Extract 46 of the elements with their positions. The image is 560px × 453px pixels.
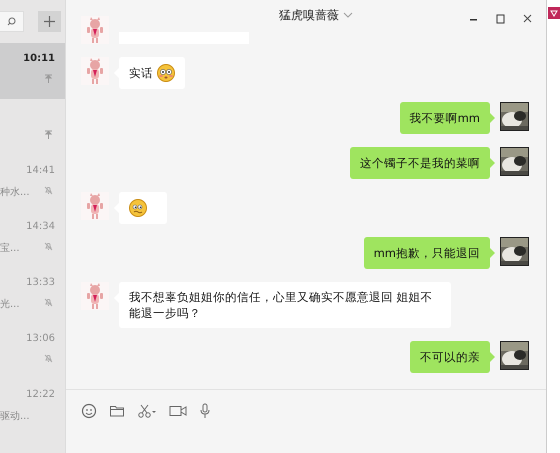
chat-time: 14:41	[26, 165, 55, 176]
message-text: 不可以的亲	[420, 349, 480, 365]
chat-preview: 宝...	[0, 242, 20, 255]
chat-list-item[interactable]: 10:11	[0, 43, 65, 99]
message-text: 实话	[129, 65, 153, 81]
video-call-button[interactable]	[169, 403, 187, 419]
chat-list-item[interactable]: 13:33 光...	[0, 267, 65, 323]
chat-time: 13:33	[26, 277, 55, 288]
message-text: 这个镯子不是我的菜啊	[360, 155, 480, 171]
chat-preview: 驱动...	[0, 410, 30, 423]
bell-off-icon	[44, 298, 53, 307]
message-text: 我不想辜负姐姐你的信任，心里又确实不愿意退回 姐姐不能退一步吗？	[129, 289, 434, 321]
pig-avatar	[81, 57, 109, 85]
worried-emoji-icon	[129, 199, 147, 217]
pin-icon	[44, 130, 53, 139]
bell-off-icon	[44, 242, 53, 251]
screenshot-button[interactable]	[137, 403, 157, 419]
chat-time: 14:34	[26, 221, 55, 232]
chevron-down-icon[interactable]	[343, 12, 353, 18]
bell-off-icon	[44, 186, 53, 195]
chat-list-item[interactable]: 14:41 种水...	[0, 155, 65, 211]
plus-icon	[44, 16, 55, 27]
chat-list-item[interactable]: 14:34 宝...	[0, 211, 65, 267]
microphone-button[interactable]	[199, 403, 211, 419]
chat-preview: 种水...	[0, 186, 30, 199]
folder-button[interactable]	[109, 403, 125, 419]
maximize-button[interactable]	[494, 13, 507, 26]
search-field[interactable]	[0, 11, 24, 32]
chat-list-item[interactable]: 13:06	[0, 323, 65, 379]
pig-avatar	[81, 192, 109, 220]
chat-time: 13:06	[26, 333, 55, 344]
pig-avatar	[81, 16, 109, 44]
chat-preview: 光...	[0, 298, 20, 311]
add-button[interactable]	[38, 11, 61, 32]
message-text: 我不要啊mm	[410, 110, 480, 126]
emoji-button[interactable]	[81, 403, 97, 419]
chat-time: 10:11	[23, 53, 55, 64]
window-title: 猛虎嗅蔷薇	[279, 6, 339, 24]
chat-time: 12:22	[26, 389, 55, 400]
pin-icon	[44, 74, 53, 83]
message-text: mm抱歉，只能退回	[374, 245, 480, 261]
pig-avatar	[81, 282, 109, 310]
flushed-emoji-icon	[157, 64, 175, 82]
search-icon	[7, 17, 16, 26]
bell-off-icon	[44, 354, 53, 363]
chat-list-item[interactable]: 12:22 驱动...	[0, 379, 65, 435]
